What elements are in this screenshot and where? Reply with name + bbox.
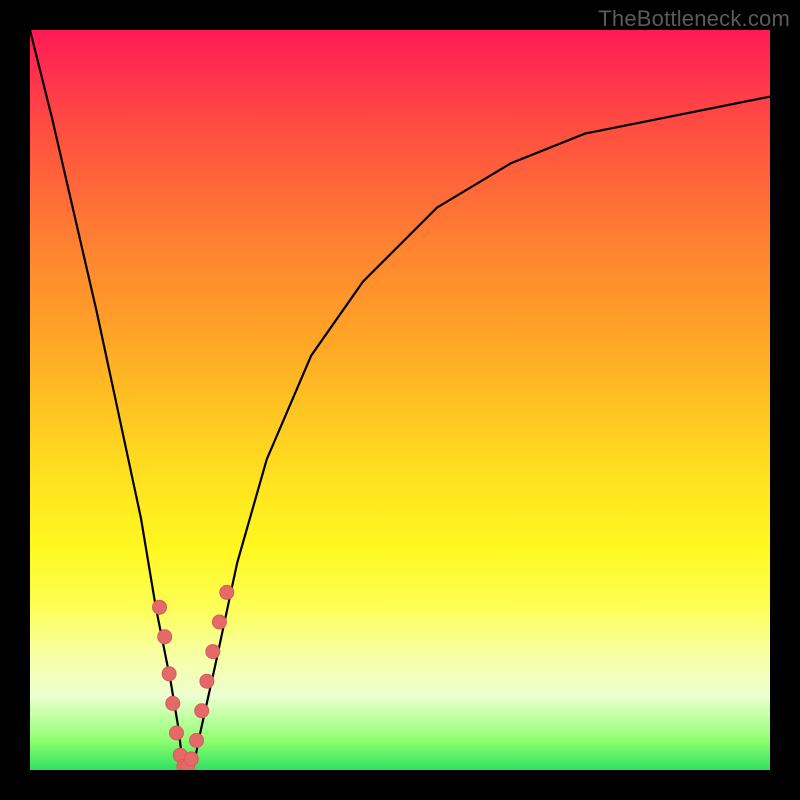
curve-marker xyxy=(184,752,198,766)
curve-marker xyxy=(212,615,226,629)
marker-group xyxy=(153,585,234,770)
curve-marker xyxy=(170,726,184,740)
curve-marker xyxy=(158,630,172,644)
chart-frame: TheBottleneck.com xyxy=(0,0,800,800)
curve-marker xyxy=(220,585,234,599)
watermark-text: TheBottleneck.com xyxy=(598,6,790,32)
curve-marker xyxy=(166,696,180,710)
curve-marker xyxy=(200,674,214,688)
curve-svg xyxy=(30,30,770,770)
curve-marker xyxy=(206,645,220,659)
bottleneck-curve xyxy=(30,30,770,770)
plot-area xyxy=(30,30,770,770)
curve-marker xyxy=(162,667,176,681)
curve-marker xyxy=(190,733,204,747)
curve-marker xyxy=(195,704,209,718)
curve-marker xyxy=(153,600,167,614)
